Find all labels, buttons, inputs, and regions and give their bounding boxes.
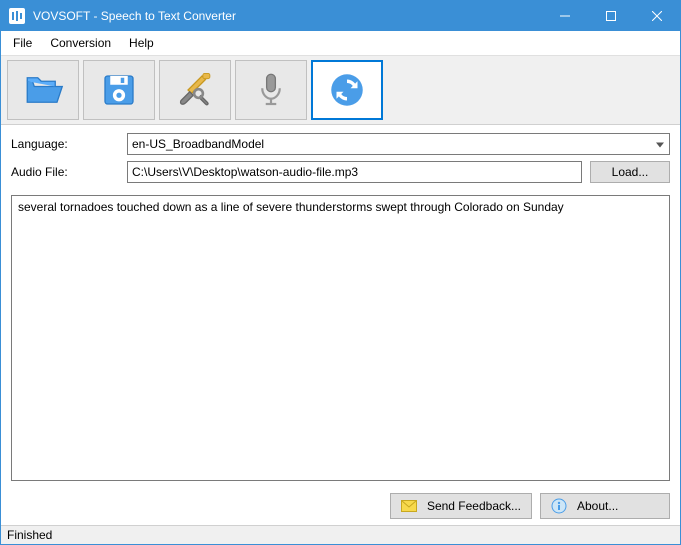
app-icon <box>9 8 25 24</box>
close-button[interactable] <box>634 1 680 31</box>
microphone-icon <box>250 69 292 111</box>
language-select-wrap <box>127 133 670 155</box>
send-feedback-label: Send Feedback... <box>427 499 521 513</box>
minimize-icon <box>560 11 570 21</box>
info-icon <box>551 498 567 514</box>
send-feedback-button[interactable]: Send Feedback... <box>390 493 532 519</box>
maximize-button[interactable] <box>588 1 634 31</box>
window-controls <box>542 1 680 31</box>
menu-help[interactable]: Help <box>121 33 162 53</box>
form-area: Language: Audio File: Load... <box>1 125 680 195</box>
folder-open-icon <box>22 69 64 111</box>
language-row: Language: <box>11 133 670 155</box>
about-label: About... <box>577 499 618 513</box>
settings-button[interactable] <box>159 60 231 120</box>
toolbar <box>1 56 680 125</box>
language-label: Language: <box>11 137 119 151</box>
load-button[interactable]: Load... <box>590 161 670 183</box>
audio-file-input[interactable] <box>127 161 582 183</box>
minimize-button[interactable] <box>542 1 588 31</box>
about-button[interactable]: About... <box>540 493 670 519</box>
open-button[interactable] <box>7 60 79 120</box>
convert-button[interactable] <box>311 60 383 120</box>
refresh-icon <box>326 69 368 111</box>
status-text: Finished <box>7 528 52 542</box>
menu-conversion[interactable]: Conversion <box>42 33 119 53</box>
transcript-textarea[interactable] <box>11 195 670 481</box>
save-button[interactable] <box>83 60 155 120</box>
floppy-disk-icon <box>98 69 140 111</box>
menubar: File Conversion Help <box>1 31 680 56</box>
bottom-bar: Send Feedback... About... <box>1 487 680 525</box>
titlebar: VOVSOFT - Speech to Text Converter <box>1 1 680 31</box>
record-button[interactable] <box>235 60 307 120</box>
transcript-area <box>1 195 680 487</box>
window-title: VOVSOFT - Speech to Text Converter <box>33 9 542 23</box>
language-select[interactable] <box>127 133 670 155</box>
maximize-icon <box>606 11 616 21</box>
mail-icon <box>401 498 417 514</box>
statusbar: Finished <box>1 525 680 544</box>
menu-file[interactable]: File <box>5 33 40 53</box>
close-icon <box>652 11 662 21</box>
tools-icon <box>174 69 216 111</box>
audio-file-label: Audio File: <box>11 165 119 179</box>
audio-row: Audio File: Load... <box>11 161 670 183</box>
